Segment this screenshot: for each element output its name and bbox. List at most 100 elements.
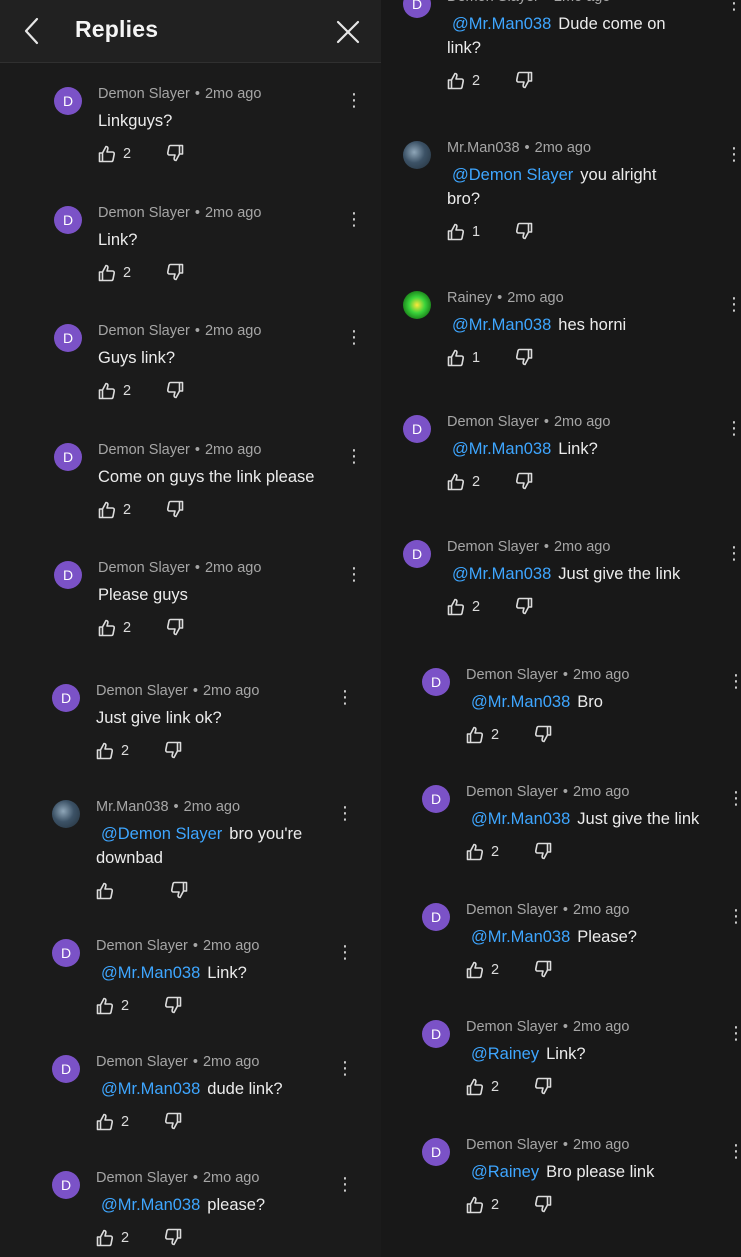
more-options-button[interactable]: ⋮ [345,563,363,585]
avatar[interactable] [52,800,80,828]
dislike-button[interactable] [514,596,534,618]
avatar[interactable]: D [403,540,431,568]
dislike-button[interactable] [533,841,553,863]
comment-author[interactable]: Demon Slayer [466,784,558,800]
more-options-button[interactable]: ⋮ [345,445,363,467]
comment-author[interactable]: Mr.Man038 [96,799,169,815]
comment-author[interactable]: Demon Slayer [98,560,190,576]
comment-author[interactable]: Demon Slayer [447,0,539,5]
like-button[interactable]: 2 [97,143,131,165]
avatar[interactable]: D [54,87,82,115]
more-options-button[interactable]: ⋮ [336,1173,354,1195]
more-options-button[interactable]: ⋮ [336,802,354,824]
dislike-button[interactable] [169,880,189,902]
dislike-button[interactable] [514,347,534,369]
mention-link[interactable]: @Mr.Man038 [101,1196,200,1214]
avatar[interactable]: D [422,668,450,696]
more-options-button[interactable]: ⋮ [727,670,741,692]
dislike-button[interactable] [533,1194,553,1216]
comment-author[interactable]: Mr.Man038 [447,140,520,156]
like-button[interactable]: 2 [465,1194,499,1216]
mention-link[interactable]: @Mr.Man038 [471,928,570,946]
more-options-button[interactable]: ⋮ [345,326,363,348]
dislike-button[interactable] [165,499,185,521]
comment-author[interactable]: Demon Slayer [447,414,539,430]
like-button[interactable]: 2 [95,740,129,762]
like-button[interactable]: 2 [95,995,129,1017]
more-options-button[interactable]: ⋮ [336,1057,354,1079]
comment-author[interactable]: Demon Slayer [466,667,558,683]
mention-link[interactable]: @Mr.Man038 [471,810,570,828]
comment-author[interactable]: Demon Slayer [96,1170,188,1186]
like-button[interactable]: 2 [97,262,131,284]
avatar[interactable] [403,291,431,319]
mention-link[interactable]: @Rainey [471,1163,539,1181]
avatar[interactable]: D [52,684,80,712]
more-options-button[interactable]: ⋮ [727,787,741,809]
avatar[interactable]: D [403,415,431,443]
like-button[interactable]: 2 [446,471,480,493]
dislike-button[interactable] [514,70,534,92]
like-button[interactable]: 2 [465,1076,499,1098]
more-options-button[interactable]: ⋮ [345,208,363,230]
avatar[interactable]: D [422,903,450,931]
comment-author[interactable]: Demon Slayer [447,539,539,555]
dislike-button[interactable] [533,1076,553,1098]
like-button[interactable]: 2 [97,499,131,521]
comment-author[interactable]: Demon Slayer [98,323,190,339]
more-options-button[interactable]: ⋮ [345,89,363,111]
avatar[interactable]: D [422,1138,450,1166]
dislike-button[interactable] [165,143,185,165]
like-button[interactable]: 2 [446,596,480,618]
mention-link[interactable]: @Mr.Man038 [452,316,551,334]
like-button[interactable]: 2 [465,841,499,863]
mention-link[interactable]: @Rainey [471,1045,539,1063]
like-button[interactable]: 2 [97,380,131,402]
mention-link[interactable]: @Mr.Man038 [101,1080,200,1098]
more-options-button[interactable]: ⋮ [725,417,741,439]
mention-link[interactable]: @Mr.Man038 [452,440,551,458]
like-button[interactable]: 2 [95,1227,129,1249]
avatar[interactable]: D [52,1171,80,1199]
mention-link[interactable]: @Demon Slayer [452,166,573,184]
more-options-button[interactable]: ⋮ [727,1140,741,1162]
avatar[interactable] [403,141,431,169]
avatar[interactable]: D [422,1020,450,1048]
more-options-button[interactable]: ⋮ [725,293,741,315]
dislike-button[interactable] [165,262,185,284]
avatar[interactable]: D [403,0,431,18]
mention-link[interactable]: @Mr.Man038 [471,693,570,711]
like-button[interactable]: 2 [446,70,480,92]
comment-author[interactable]: Demon Slayer [96,938,188,954]
comment-author[interactable]: Demon Slayer [466,902,558,918]
like-button[interactable]: 2 [95,1111,129,1133]
more-options-button[interactable]: ⋮ [727,905,741,927]
avatar[interactable]: D [422,785,450,813]
comment-author[interactable]: Demon Slayer [96,1054,188,1070]
dislike-button[interactable] [514,471,534,493]
avatar[interactable]: D [54,206,82,234]
more-options-button[interactable]: ⋮ [725,542,741,564]
dislike-button[interactable] [163,1227,183,1249]
more-options-button[interactable]: ⋮ [336,686,354,708]
dislike-button[interactable] [533,959,553,981]
close-button[interactable] [334,18,362,46]
comment-author[interactable]: Demon Slayer [98,442,190,458]
comment-author[interactable]: Demon Slayer [96,683,188,699]
mention-link[interactable]: @Mr.Man038 [101,964,200,982]
comment-author[interactable]: Rainey [447,290,492,306]
like-button[interactable]: 2 [465,959,499,981]
mention-link[interactable]: @Demon Slayer [101,825,222,843]
back-button[interactable] [18,16,46,46]
avatar[interactable]: D [54,561,82,589]
more-options-button[interactable]: ⋮ [336,941,354,963]
dislike-button[interactable] [533,724,553,746]
comment-author[interactable]: Demon Slayer [98,86,190,102]
like-button[interactable]: 2 [465,724,499,746]
comment-author[interactable]: Demon Slayer [466,1137,558,1153]
dislike-button[interactable] [165,617,185,639]
avatar[interactable]: D [52,939,80,967]
dislike-button[interactable] [514,221,534,243]
more-options-button[interactable]: ⋮ [725,143,741,165]
comment-author[interactable]: Demon Slayer [98,205,190,221]
